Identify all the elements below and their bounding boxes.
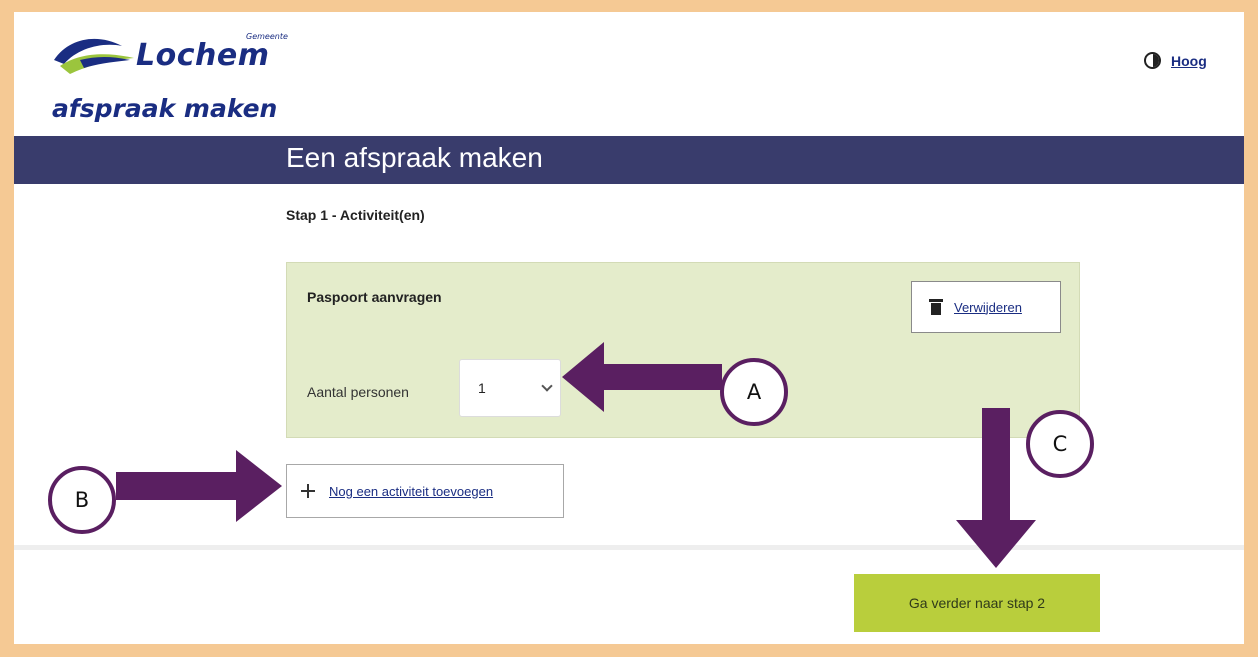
trash-icon (929, 299, 943, 315)
delete-button[interactable]: Verwijderen (911, 281, 1061, 333)
persons-label: Aantal personen (307, 384, 409, 400)
activity-title: Paspoort aanvragen (307, 289, 442, 305)
page-title: Een afspraak maken (286, 142, 543, 173)
chevron-down-icon (541, 380, 553, 392)
arrow-b-icon (116, 450, 282, 522)
logo-name: Lochem (136, 38, 270, 73)
logo-swoosh-icon (54, 38, 134, 74)
delete-label: Verwijderen (954, 299, 1022, 315)
logo[interactable]: Gemeente Lochem afspraak maken (50, 26, 288, 126)
add-activity-label: Nog een activiteit toevoegen (329, 483, 494, 499)
annotation-marker-a: A (720, 358, 788, 426)
high-contrast-toggle[interactable]: Hoog (1144, 52, 1207, 69)
activity-card: Paspoort aanvragen Verwijderen Aantal pe… (286, 262, 1080, 438)
divider (14, 545, 1244, 550)
logo-subtitle: afspraak maken (52, 94, 278, 123)
next-step-button[interactable]: Ga verder naar stap 2 (854, 574, 1100, 632)
contrast-icon (1144, 52, 1161, 69)
annotation-marker-b: B (48, 466, 116, 534)
persons-select-value: 1 (478, 380, 486, 396)
page-banner: Een afspraak maken (14, 136, 1244, 184)
add-activity-button[interactable]: Nog een activiteit toevoegen (286, 464, 564, 518)
page: Gemeente Lochem afspraak maken Hoog Een … (14, 12, 1244, 644)
plus-icon (301, 484, 315, 498)
persons-select[interactable]: 1 (459, 359, 561, 417)
high-contrast-link[interactable]: Hoog (1171, 53, 1207, 69)
annotation-marker-c: C (1026, 410, 1094, 478)
step-label: Stap 1 - Activiteit(en) (286, 207, 425, 223)
